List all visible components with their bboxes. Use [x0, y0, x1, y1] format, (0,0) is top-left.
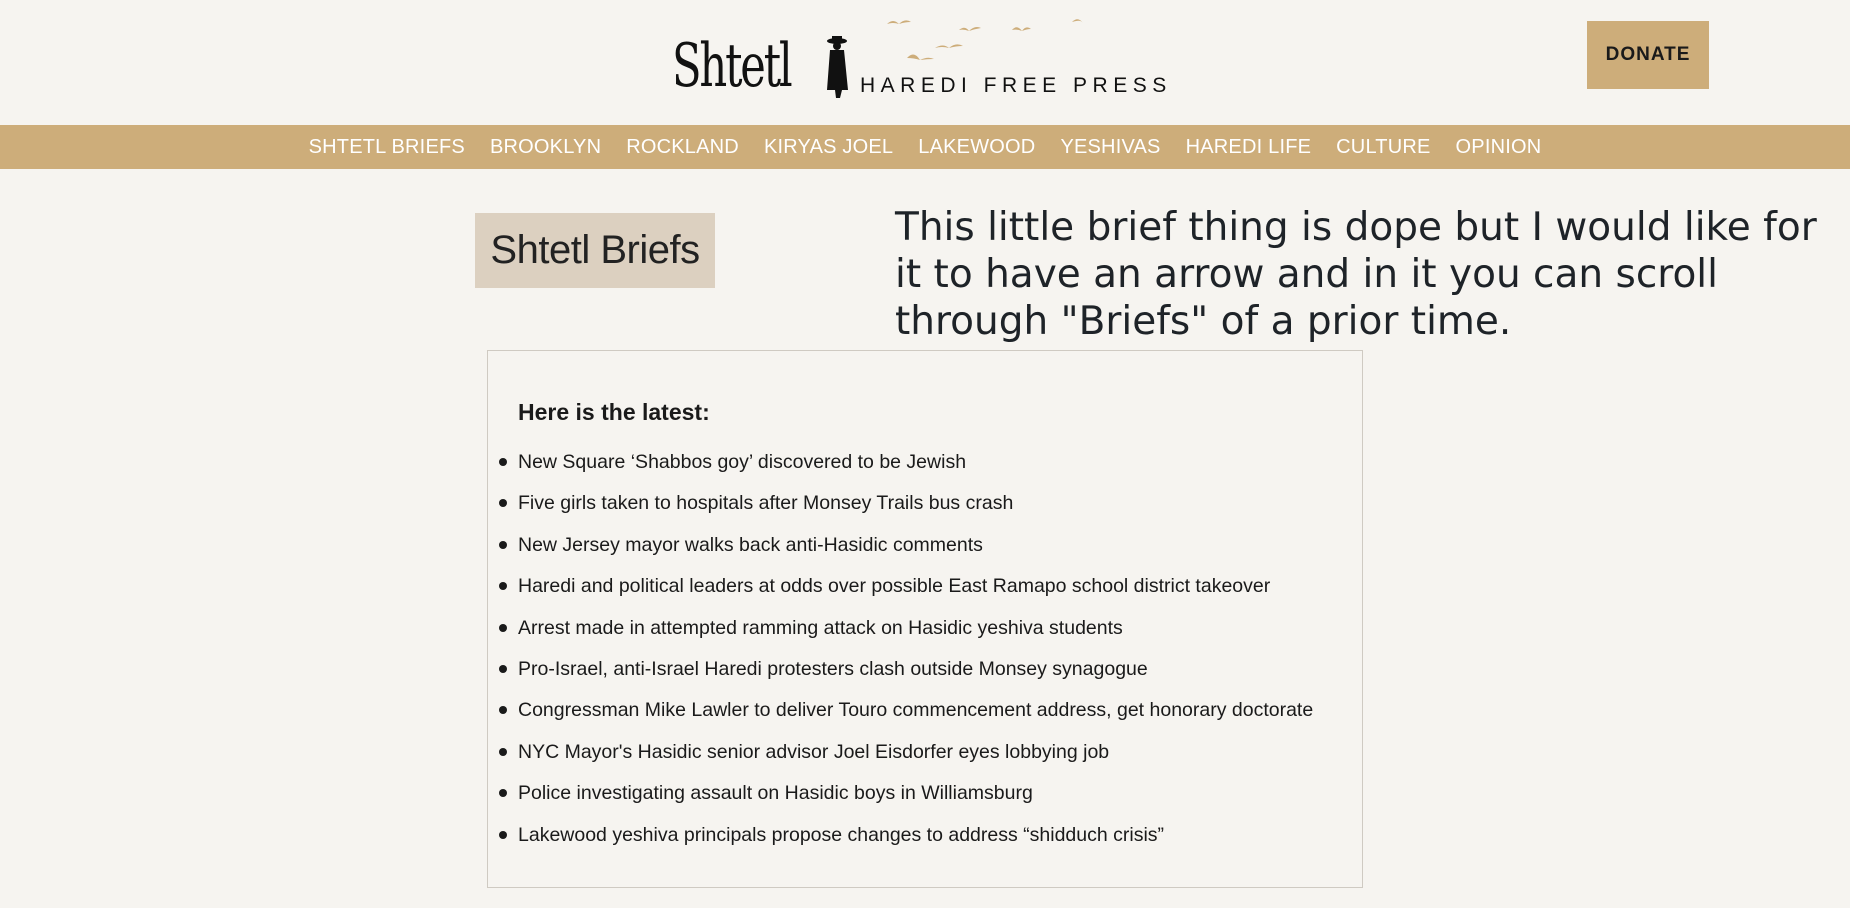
brief-item[interactable]: Pro-Israel, anti-Israel Haredi protester… — [488, 656, 1313, 697]
donate-button[interactable]: DONATE — [1587, 21, 1709, 89]
nav-item-rockland[interactable]: ROCKLAND — [614, 136, 752, 159]
bullet-icon — [499, 458, 507, 466]
bullet-icon — [499, 830, 507, 839]
brief-link[interactable]: Lakewood yeshiva principals propose chan… — [518, 824, 1164, 846]
brief-item[interactable]: NYC Mayor's Hasidic senior advisor Joel … — [488, 739, 1313, 780]
brief-link[interactable]: Arrest made in attempted ramming attack … — [518, 617, 1123, 639]
brief-link[interactable]: New Square ‘Shabbos goy’ discovered to b… — [518, 451, 966, 473]
nav-item-kiryas-joel[interactable]: KIRYAS JOEL — [751, 136, 905, 159]
brief-item[interactable]: New Jersey mayor walks back anti-Hasidic… — [488, 532, 1313, 573]
birds-icon — [887, 19, 1083, 60]
brief-item[interactable]: Congressman Mike Lawler to deliver Touro… — [488, 697, 1313, 738]
brief-link[interactable]: Haredi and political leaders at odds ove… — [518, 575, 1270, 597]
briefs-box: Here is the latest: New Square ‘Shabbos … — [487, 350, 1363, 888]
bullet-icon — [499, 499, 507, 508]
brief-link[interactable]: NYC Mayor's Hasidic senior advisor Joel … — [518, 741, 1109, 763]
nav-item-culture[interactable]: CULTURE — [1324, 136, 1443, 159]
brief-link[interactable]: Police investigating assault on Hasidic … — [518, 782, 1033, 804]
briefs-heading: Here is the latest: — [518, 399, 710, 425]
nav-item-brooklyn[interactable]: BROOKLYN — [477, 136, 613, 159]
brief-link[interactable]: Congressman Mike Lawler to deliver Touro… — [518, 699, 1313, 721]
bullet-icon — [499, 664, 507, 673]
nav-item-shtetl-briefs[interactable]: SHTETL BRIEFS — [296, 136, 477, 159]
bullet-icon — [499, 582, 507, 591]
brief-link[interactable]: New Jersey mayor walks back anti-Hasidic… — [518, 534, 983, 556]
main-nav: SHTETL BRIEFS BROOKLYN ROCKLAND KIRYAS J… — [0, 125, 1850, 169]
bullet-icon — [499, 540, 507, 549]
brief-item[interactable]: Haredi and political leaders at odds ove… — [488, 573, 1313, 614]
brief-item[interactable]: Police investigating assault on Hasidic … — [488, 780, 1313, 821]
nav-item-lakewood[interactable]: LAKEWOOD — [906, 136, 1048, 159]
bullet-icon — [499, 789, 507, 798]
nav-item-haredi-life[interactable]: HAREDI LIFE — [1173, 136, 1324, 159]
bullet-icon — [499, 706, 507, 715]
brief-link[interactable]: Five girls taken to hospitals after Mons… — [518, 492, 1013, 514]
feedback-comment: This little brief thing is dope but I wo… — [895, 205, 1817, 344]
nav-item-yeshivas[interactable]: YESHIVAS — [1048, 136, 1173, 159]
site-header: Shtetl HAREDI FREE PRESS DONATE — [0, 0, 1850, 125]
brief-item[interactable]: Arrest made in attempted ramming attack … — [488, 615, 1313, 656]
section-label: Shtetl Briefs — [475, 213, 715, 288]
site-logo[interactable]: Shtetl HAREDI FREE PRESS — [672, 16, 1182, 106]
briefs-list: New Square ‘Shabbos goy’ discovered to b… — [488, 449, 1313, 863]
brief-item[interactable]: Five girls taken to hospitals after Mons… — [488, 490, 1313, 531]
brief-item[interactable]: New Square ‘Shabbos goy’ discovered to b… — [488, 449, 1313, 490]
nav-item-opinion[interactable]: OPINION — [1443, 136, 1554, 159]
logo-wordmark: Shtetl — [672, 31, 793, 101]
logo-tagline: HAREDI FREE PRESS — [860, 74, 1172, 97]
bullet-icon — [499, 623, 507, 632]
bullet-icon — [499, 747, 507, 756]
brief-link[interactable]: Pro-Israel, anti-Israel Haredi protester… — [518, 658, 1148, 680]
brief-item[interactable]: Lakewood yeshiva principals propose chan… — [488, 822, 1313, 863]
